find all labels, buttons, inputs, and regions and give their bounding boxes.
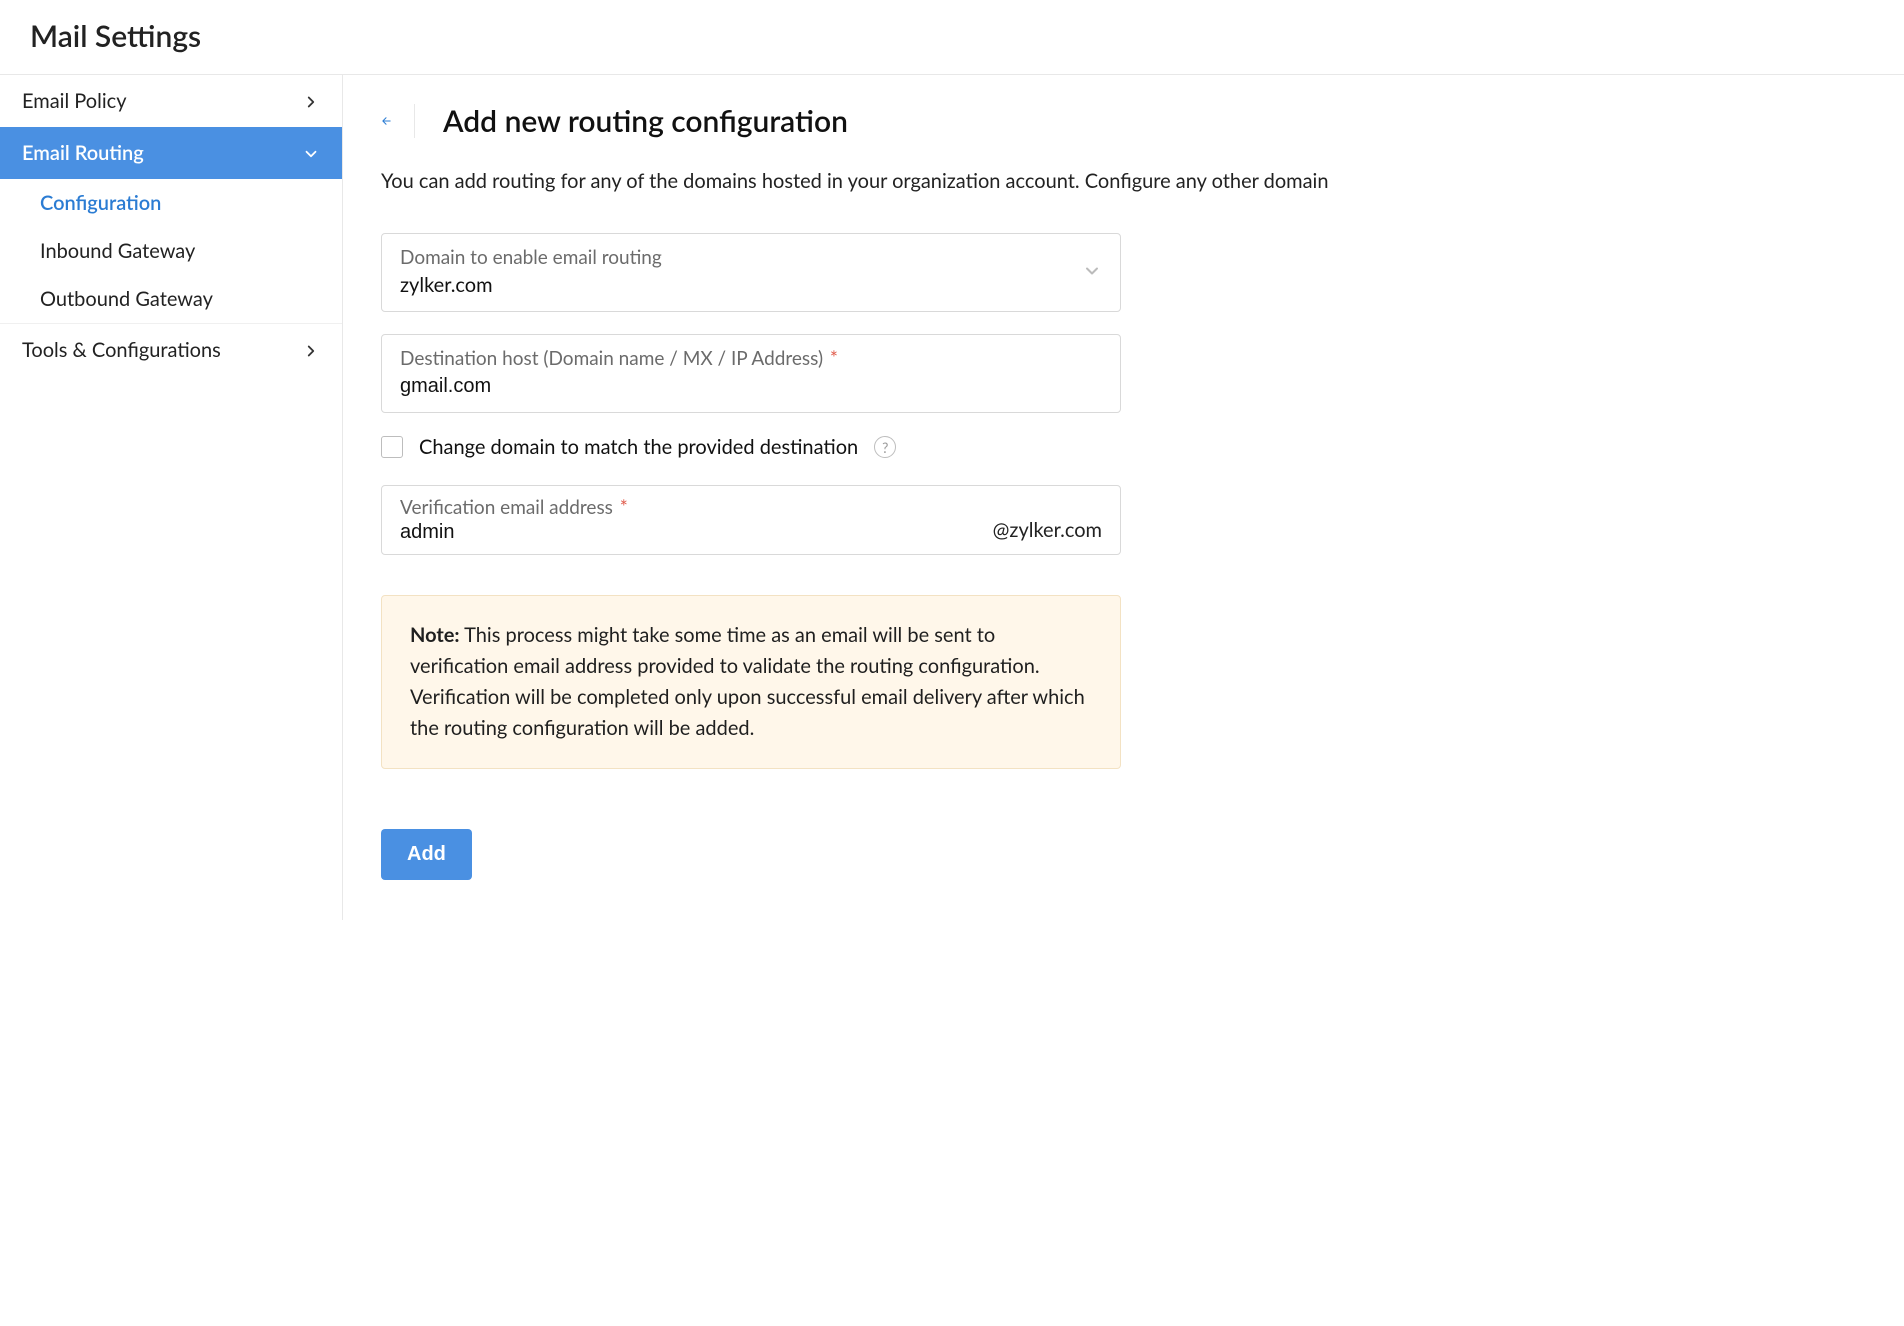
note-prefix: Note: <box>410 623 460 647</box>
change-domain-checkbox[interactable] <box>381 436 403 458</box>
help-icon[interactable]: ? <box>874 436 896 458</box>
verification-email-field[interactable]: Verification email address * @zylker.com <box>381 485 1121 555</box>
verification-email-input[interactable] <box>400 519 985 544</box>
note-body: This process might take some time as an … <box>410 623 1085 740</box>
intro-text: You can add routing for any of the domai… <box>381 169 1904 193</box>
chevron-right-icon <box>302 92 320 110</box>
main-content: Add new routing configuration You can ad… <box>343 75 1904 920</box>
domain-select-value: zylker.com <box>400 269 1102 299</box>
sidebar-item-email-policy[interactable]: Email Policy <box>0 75 342 127</box>
sidebar-item-label: Email Routing <box>22 141 144 165</box>
sidebar-item-email-routing[interactable]: Email Routing <box>0 127 342 179</box>
sidebar-subnav-email-routing: Configuration Inbound Gateway Outbound G… <box>0 179 342 324</box>
chevron-down-icon <box>1082 261 1102 285</box>
sidebar-item-label: Tools & Configurations <box>22 338 221 362</box>
required-marker: * <box>615 496 628 519</box>
note-box: Note: This process might take some time … <box>381 595 1121 769</box>
page-title: Mail Settings <box>0 0 1904 75</box>
verification-email-suffix: @zylker.com <box>993 518 1102 544</box>
sidebar: Email Policy Email Routing Configuration… <box>0 75 343 920</box>
sidebar-subitem-configuration[interactable]: Configuration <box>0 179 342 227</box>
back-button[interactable] <box>381 104 415 138</box>
sidebar-item-label: Email Policy <box>22 89 127 113</box>
destination-host-field[interactable]: Destination host (Domain name / MX / IP … <box>381 334 1121 413</box>
chevron-right-icon <box>302 341 320 359</box>
form-title: Add new routing configuration <box>443 103 848 139</box>
required-marker: * <box>825 347 838 370</box>
domain-select-label: Domain to enable email routing <box>400 246 1102 269</box>
destination-host-label: Destination host (Domain name / MX / IP … <box>400 347 1102 370</box>
sidebar-item-tools-configurations[interactable]: Tools & Configurations <box>0 324 342 376</box>
sidebar-subitem-outbound-gateway[interactable]: Outbound Gateway <box>0 275 342 323</box>
add-button[interactable]: Add <box>381 829 472 880</box>
domain-select[interactable]: Domain to enable email routing zylker.co… <box>381 233 1121 312</box>
verification-email-label: Verification email address * <box>400 496 985 519</box>
sidebar-subitem-inbound-gateway[interactable]: Inbound Gateway <box>0 227 342 275</box>
change-domain-label: Change domain to match the provided dest… <box>419 435 858 459</box>
arrow-left-icon <box>381 108 392 134</box>
chevron-down-icon <box>302 144 320 162</box>
destination-host-input[interactable] <box>400 370 1102 400</box>
